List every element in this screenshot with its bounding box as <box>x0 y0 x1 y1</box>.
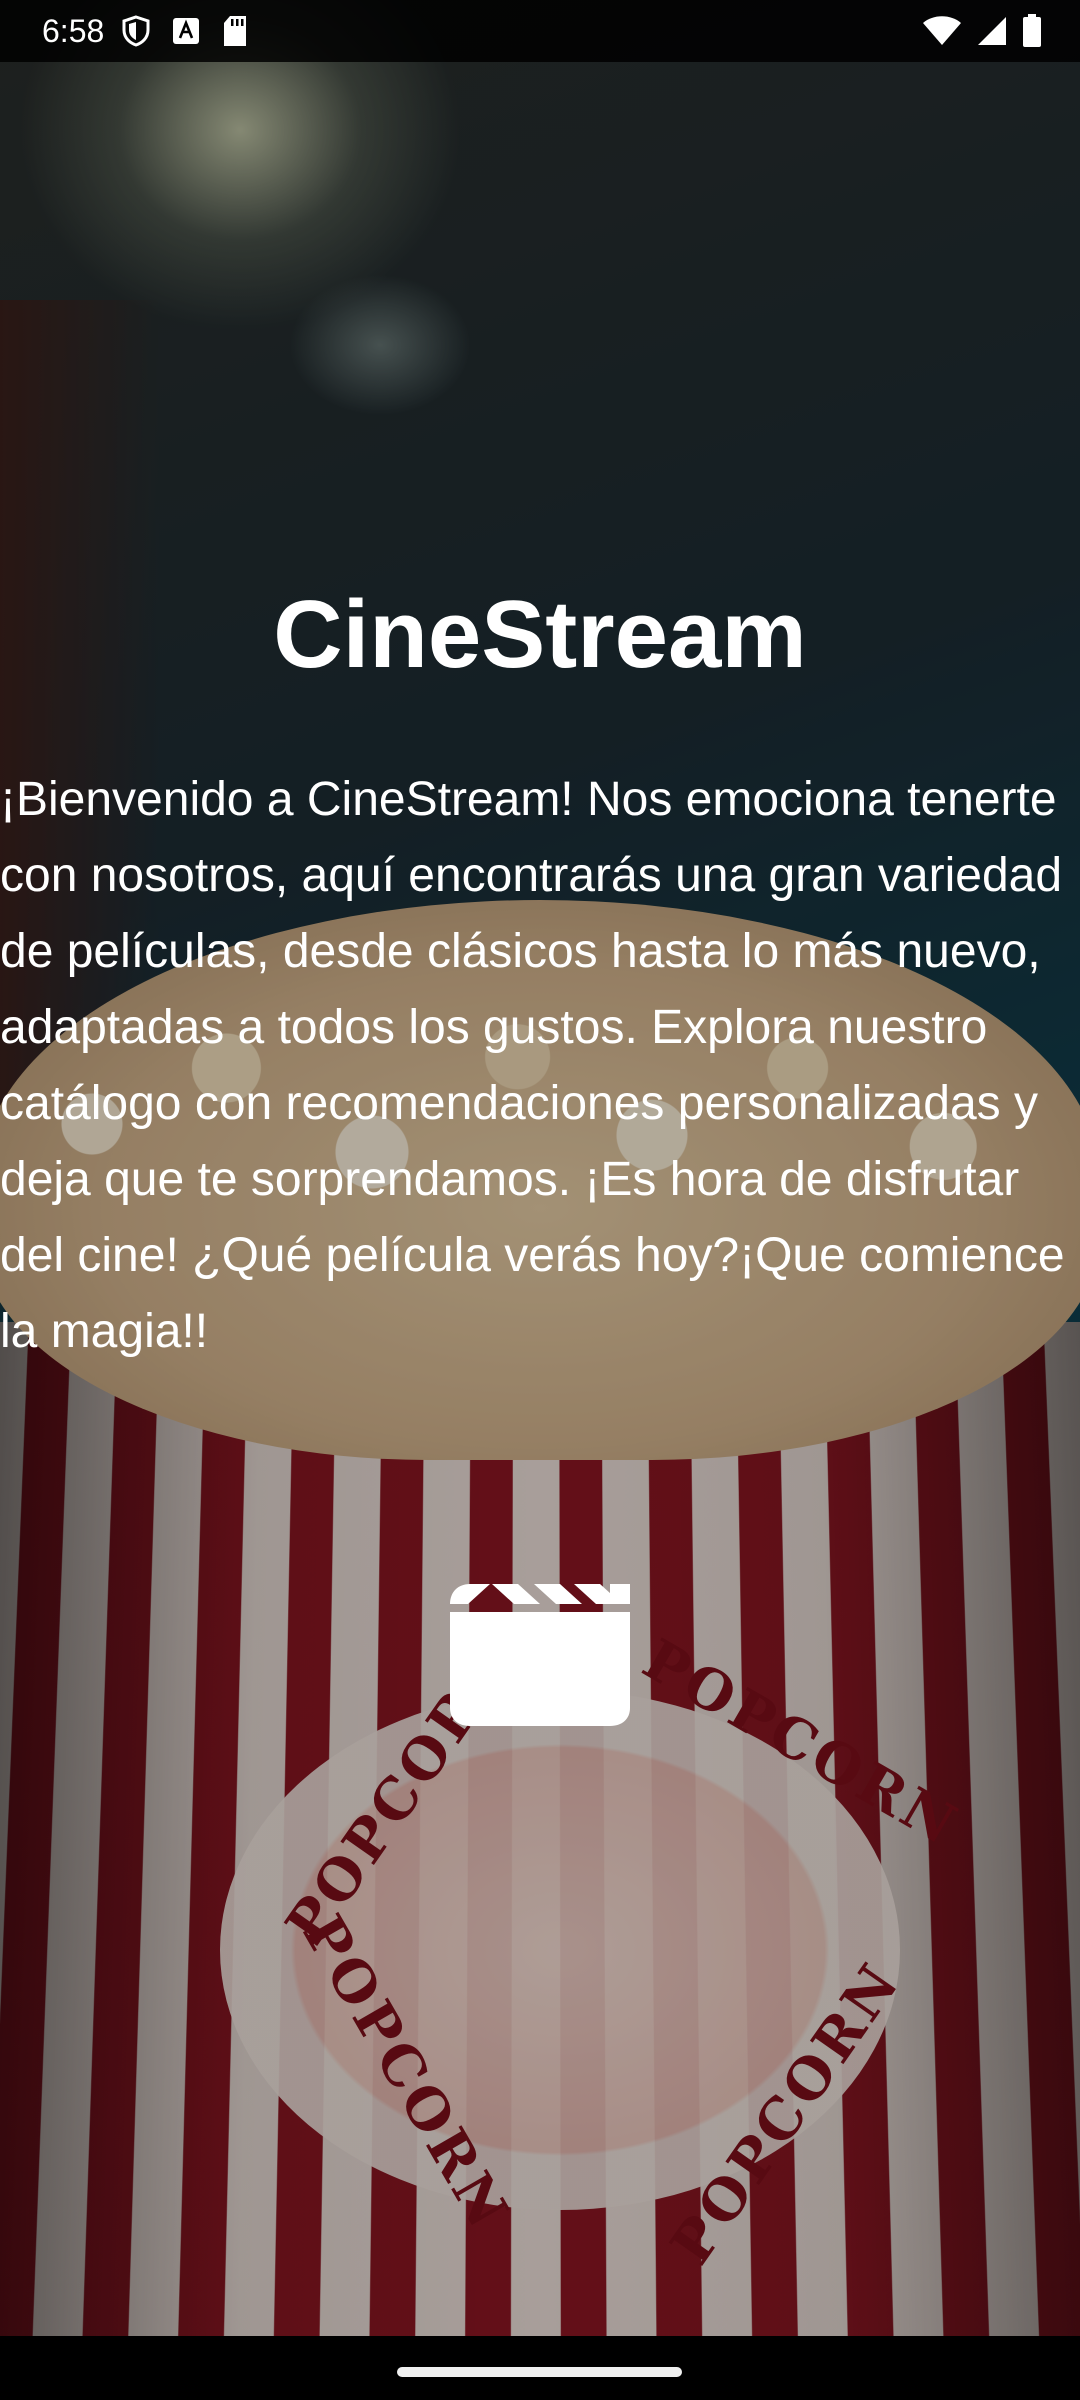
home-gesture-handle[interactable] <box>397 2367 682 2377</box>
shield-icon <box>122 15 150 47</box>
notification-icons <box>122 15 248 47</box>
cell-signal-icon <box>976 15 1008 47</box>
battery-icon <box>1022 14 1042 48</box>
wifi-icon <box>922 15 962 47</box>
movie-clapper-icon[interactable] <box>450 1582 630 1728</box>
app-title: CineStream <box>273 581 807 688</box>
welcome-message: ¡Bienvenido a CineStream! Nos emociona t… <box>0 773 1065 1358</box>
system-icons <box>922 14 1042 48</box>
font-icon <box>172 17 200 45</box>
sd-card-icon <box>222 15 248 47</box>
status-bar: 6:58 <box>0 0 1080 62</box>
splash-screen: POPCORN POPCORN POPCORN POPCORN 6:58 Cin… <box>0 0 1080 2400</box>
status-time: 6:58 <box>42 12 105 49</box>
